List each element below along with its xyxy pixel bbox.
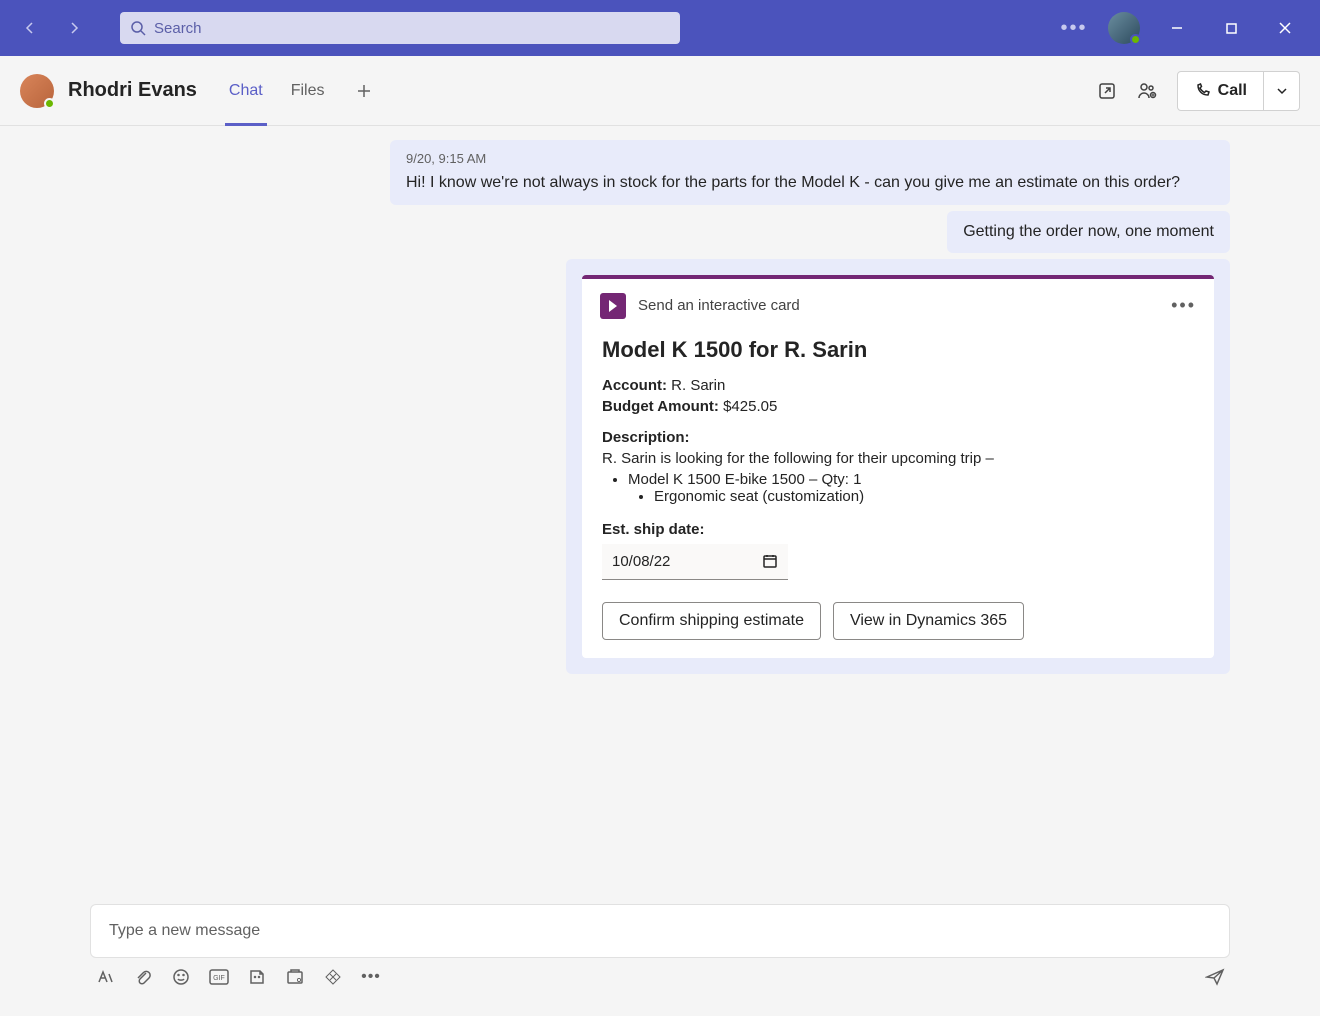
- card-more-button[interactable]: •••: [1171, 295, 1196, 316]
- search-placeholder: Search: [154, 20, 202, 37]
- card-title: Model K 1500 for R. Sarin: [602, 337, 1194, 363]
- message-timestamp: 9/20, 9:15 AM: [406, 150, 1214, 168]
- popout-button[interactable]: [1089, 73, 1125, 109]
- list-item: Ergonomic seat (customization): [654, 488, 1194, 505]
- sticker-button[interactable]: [246, 966, 268, 988]
- plus-icon: [356, 83, 372, 99]
- tab-chat[interactable]: Chat: [225, 56, 267, 126]
- paperclip-icon: [134, 968, 152, 986]
- people-add-icon: [1137, 81, 1157, 101]
- titlebar: Search •••: [0, 0, 1320, 56]
- format-icon: [96, 968, 114, 986]
- view-dynamics-button[interactable]: View in Dynamics 365: [833, 602, 1024, 640]
- compose-toolbar: GIF •••: [90, 958, 1230, 996]
- svg-text:GIF: GIF: [213, 975, 225, 982]
- message-text: Hi! I know we're not always in stock for…: [406, 172, 1214, 194]
- card-message: Send an interactive card ••• Model K 150…: [566, 259, 1230, 674]
- window-maximize-button[interactable]: [1208, 8, 1254, 48]
- message-input[interactable]: Type a new message: [90, 904, 1230, 958]
- chat-header: Rhodri Evans Chat Files Call: [0, 56, 1320, 126]
- card-item-list: Model K 1500 E-bike 1500 – Qty: 1 Ergono…: [602, 471, 1194, 505]
- calendar-icon: [762, 553, 778, 569]
- nav-back-button[interactable]: [12, 10, 48, 46]
- window-close-button[interactable]: [1262, 8, 1308, 48]
- nav-forward-button[interactable]: [56, 10, 92, 46]
- contact-avatar[interactable]: [20, 74, 54, 108]
- adaptive-card: Send an interactive card ••• Model K 150…: [582, 275, 1214, 658]
- ship-date-value: 10/08/22: [612, 553, 670, 570]
- confirm-shipping-button[interactable]: Confirm shipping estimate: [602, 602, 821, 640]
- card-field-account: Account: R. Sarin: [602, 377, 1194, 394]
- card-description-text: R. Sarin is looking for the following fo…: [602, 450, 1194, 467]
- gif-button[interactable]: GIF: [208, 966, 230, 988]
- gif-icon: GIF: [209, 969, 229, 985]
- list-item: Model K 1500 E-bike 1500 – Qty: 1 Ergono…: [628, 471, 1194, 505]
- send-button[interactable]: [1204, 966, 1226, 988]
- loop-icon: [286, 968, 304, 986]
- contact-name: Rhodri Evans: [68, 79, 197, 102]
- add-people-button[interactable]: [1129, 73, 1165, 109]
- message-text: Getting the order now, one moment: [963, 221, 1214, 243]
- phone-icon: [1194, 83, 1210, 99]
- send-icon: [1205, 967, 1225, 987]
- diamond-icon: [324, 968, 342, 986]
- app-icon: [600, 293, 626, 319]
- sticker-icon: [248, 968, 266, 986]
- format-button[interactable]: [94, 966, 116, 988]
- call-button[interactable]: Call: [1177, 71, 1264, 111]
- presence-icon: [44, 98, 55, 109]
- emoji-icon: [172, 968, 190, 986]
- card-app-label: Send an interactive card: [638, 297, 800, 314]
- card-field-budget: Budget Amount: $425.05: [602, 398, 1194, 415]
- card-description-label: Description:: [602, 429, 1194, 446]
- loop-button[interactable]: [284, 966, 306, 988]
- tab-files[interactable]: Files: [287, 56, 329, 126]
- search-icon: [130, 20, 146, 36]
- chevron-down-icon: [1276, 85, 1288, 97]
- presence-icon: [1130, 34, 1141, 45]
- message-bubble: Getting the order now, one moment: [947, 211, 1230, 253]
- compose-more-button[interactable]: •••: [360, 966, 382, 988]
- stream-button[interactable]: [322, 966, 344, 988]
- user-avatar[interactable]: [1108, 12, 1140, 44]
- window-minimize-button[interactable]: [1154, 8, 1200, 48]
- compose-area: Type a new message GIF •••: [0, 892, 1320, 1016]
- ship-date-input[interactable]: 10/08/22: [602, 544, 788, 580]
- card-ship-label: Est. ship date:: [602, 521, 1194, 538]
- chat-area: 9/20, 9:15 AM Hi! I know we're not alway…: [0, 126, 1320, 892]
- attach-button[interactable]: [132, 966, 154, 988]
- search-input[interactable]: Search: [120, 12, 680, 44]
- add-tab-button[interactable]: [349, 76, 379, 106]
- call-label: Call: [1218, 82, 1247, 100]
- message-placeholder: Type a new message: [109, 922, 260, 940]
- more-options-button[interactable]: •••: [1054, 8, 1094, 48]
- popout-icon: [1098, 82, 1116, 100]
- emoji-button[interactable]: [170, 966, 192, 988]
- call-options-button[interactable]: [1264, 71, 1300, 111]
- message-bubble: 9/20, 9:15 AM Hi! I know we're not alway…: [390, 140, 1230, 205]
